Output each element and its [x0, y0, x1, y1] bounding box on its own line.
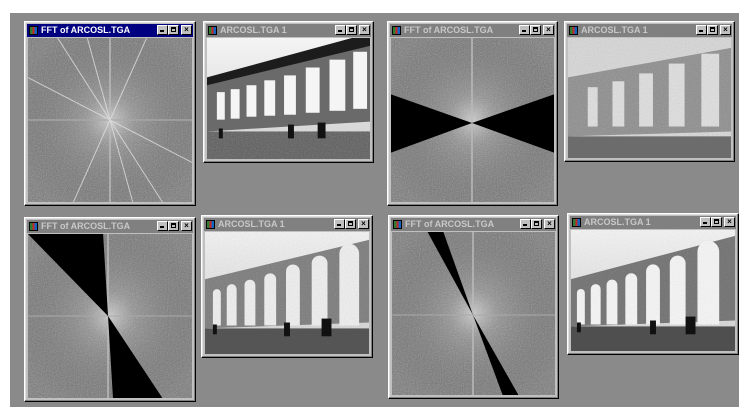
maximize-icon[interactable]	[530, 25, 541, 35]
close-icon[interactable]: ×	[358, 219, 369, 229]
minimize-icon[interactable]	[335, 25, 346, 35]
close-icon[interactable]: ×	[720, 25, 731, 35]
maximize-icon[interactable]	[707, 25, 718, 35]
window-title: ARCOSL.TGA 1	[218, 219, 285, 229]
image-app-icon[interactable]	[29, 222, 38, 231]
fft-window-4[interactable]: FFT of ARCOSL.TGA ×	[388, 215, 559, 399]
minimize-icon[interactable]	[520, 219, 531, 229]
close-icon[interactable]: ×	[544, 219, 555, 229]
image-app-icon[interactable]	[393, 220, 402, 229]
close-icon[interactable]: ×	[181, 25, 192, 35]
fft-spectrum-image	[392, 232, 555, 395]
maximize-icon[interactable]	[168, 221, 179, 231]
maximize-icon[interactable]	[711, 217, 722, 227]
image-app-icon[interactable]	[572, 218, 581, 227]
title-bar[interactable]: FFT of ARCOSL.TGA ×	[391, 218, 556, 231]
fft-window-3[interactable]: FFT of ARCOSL.TGA ×	[24, 217, 196, 402]
minimize-icon[interactable]	[700, 217, 711, 227]
window-title: ARCOSL.TGA 1	[581, 25, 648, 35]
aqueduct-photo	[205, 232, 369, 354]
minimize-icon[interactable]	[519, 25, 530, 35]
fft-spectrum-image	[391, 38, 554, 202]
maximize-icon[interactable]	[531, 219, 542, 229]
aqueduct-photo	[571, 230, 735, 351]
close-icon[interactable]: ×	[543, 25, 554, 35]
image-window-1[interactable]: ARCOSL.TGA 1 ×	[203, 21, 374, 163]
title-bar[interactable]: ARCOSL.TGA 1 ×	[570, 216, 736, 229]
minimize-icon[interactable]	[157, 221, 168, 231]
image-window-4[interactable]: ARCOSL.TGA 1 ×	[567, 213, 739, 355]
aqueduct-photo	[207, 38, 370, 159]
image-app-icon[interactable]	[29, 26, 38, 35]
image-app-icon[interactable]	[206, 220, 215, 229]
window-title: FFT of ARCOSL.TGA	[405, 219, 495, 229]
maximize-icon[interactable]	[346, 25, 357, 35]
fft-window-1[interactable]: FFT of ARCOSL.TGA ×	[24, 21, 196, 206]
title-bar[interactable]: ARCOSL.TGA 1 ×	[206, 24, 371, 37]
title-bar[interactable]: ARCOSL.TGA 1 ×	[204, 218, 370, 231]
image-app-icon[interactable]	[208, 26, 217, 35]
close-icon[interactable]: ×	[181, 221, 192, 231]
maximize-icon[interactable]	[168, 25, 179, 35]
maximize-icon[interactable]	[345, 219, 356, 229]
fft-spectrum-image	[28, 38, 192, 202]
minimize-icon[interactable]	[696, 25, 707, 35]
minimize-icon[interactable]	[334, 219, 345, 229]
window-title: FFT of ARCOSL.TGA	[41, 25, 131, 35]
fft-window-2[interactable]: FFT of ARCOSL.TGA ×	[387, 21, 558, 206]
aqueduct-photo	[568, 38, 731, 158]
image-window-3[interactable]: ARCOSL.TGA 1 ×	[201, 215, 373, 358]
title-bar[interactable]: ARCOSL.TGA 1 ×	[567, 24, 732, 37]
close-icon[interactable]: ×	[359, 25, 370, 35]
minimize-icon[interactable]	[157, 25, 168, 35]
window-title: ARCOSL.TGA 1	[220, 25, 287, 35]
title-bar[interactable]: FFT of ARCOSL.TGA ×	[27, 24, 193, 37]
fft-spectrum-image	[28, 234, 192, 398]
window-title: FFT of ARCOSL.TGA	[404, 25, 494, 35]
image-app-icon[interactable]	[569, 26, 578, 35]
title-bar[interactable]: FFT of ARCOSL.TGA ×	[390, 24, 555, 37]
image-app-icon[interactable]	[392, 26, 401, 35]
window-title: ARCOSL.TGA 1	[584, 217, 651, 227]
image-window-2[interactable]: ARCOSL.TGA 1 ×	[564, 21, 735, 162]
close-icon[interactable]: ×	[724, 217, 735, 227]
title-bar[interactable]: FFT of ARCOSL.TGA ×	[27, 220, 193, 233]
desktop: FFT of ARCOSL.TGA × ARCOSL.TGA 1 × FFT o…	[10, 13, 739, 407]
window-title: FFT of ARCOSL.TGA	[41, 221, 131, 231]
